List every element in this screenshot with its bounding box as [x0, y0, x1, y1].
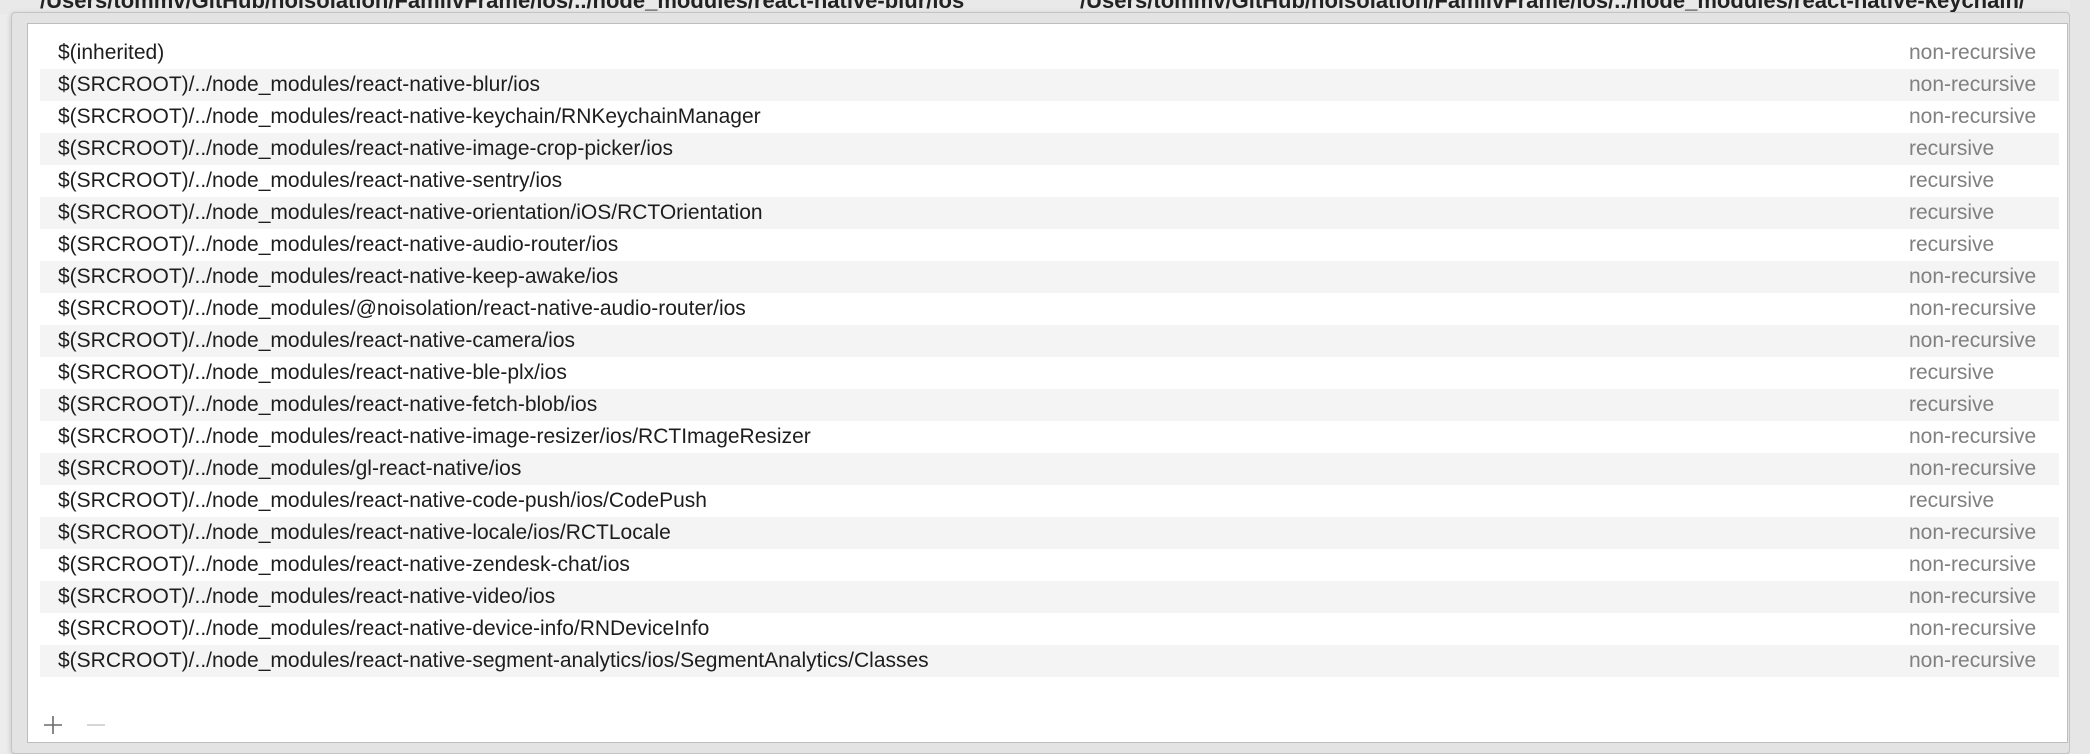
table-row[interactable]: $(SRCROOT)/../node_modules/react-native-… — [40, 389, 2087, 421]
table-row[interactable]: $(SRCROOT)/../node_modules/react-native-… — [40, 261, 2087, 293]
table-row[interactable]: $(SRCROOT)/../node_modules/react-native-… — [40, 421, 2087, 453]
minus-icon — [87, 724, 105, 726]
recursion-mode-select[interactable]: non-recursive — [1909, 421, 2036, 453]
path-value[interactable]: $(SRCROOT)/../node_modules/react-native-… — [58, 549, 630, 581]
recursion-mode-select[interactable]: non-recursive — [1909, 325, 2036, 357]
path-value[interactable]: $(SRCROOT)/../node_modules/react-native-… — [58, 229, 618, 261]
path-value[interactable]: $(SRCROOT)/../node_modules/react-native-… — [58, 421, 811, 453]
paths-table-panel: $(inherited) non-recursive $(SRCROOT)/../n… — [27, 23, 2087, 743]
table-row[interactable]: $(SRCROOT)/../node_modules/react-native-… — [40, 517, 2087, 549]
table-row[interactable]: $(SRCROOT)/../node_modules/@noisolation/… — [40, 293, 2087, 325]
recursion-mode-select[interactable]: recursive — [1909, 165, 1994, 197]
path-value[interactable]: $(inherited) — [58, 37, 164, 69]
table-row[interactable]: $(SRCROOT)/../node_modules/react-native-… — [40, 485, 2087, 517]
path-value[interactable]: $(SRCROOT)/../node_modules/react-native-… — [58, 133, 673, 165]
path-value[interactable]: $(SRCROOT)/../node_modules/react-native-… — [58, 197, 763, 229]
path-value[interactable]: $(SRCROOT)/../node_modules/react-native-… — [58, 165, 562, 197]
table-toolbar — [28, 706, 2067, 742]
table-row[interactable]: $(SRCROOT)/../node_modules/react-native-… — [40, 229, 2087, 261]
plus-icon — [44, 716, 62, 734]
window-edge — [2070, 0, 2090, 754]
recursion-mode-select[interactable]: recursive — [1909, 133, 1994, 165]
path-value[interactable]: $(SRCROOT)/../node_modules/gl-react-nati… — [58, 453, 521, 485]
table-row[interactable]: $(SRCROOT)/../node_modules/react-native-… — [40, 549, 2087, 581]
table-row[interactable]: $(SRCROOT)/../node_modules/react-native-… — [40, 613, 2087, 645]
table-row[interactable]: $(SRCROOT)/../node_modules/react-native-… — [40, 165, 2087, 197]
path-value[interactable]: $(SRCROOT)/../node_modules/react-native-… — [58, 261, 618, 293]
path-value[interactable]: $(SRCROOT)/../node_modules/react-native-… — [58, 101, 761, 133]
recursion-mode-select[interactable]: recursive — [1909, 485, 1994, 517]
recursion-mode-select[interactable]: non-recursive — [1909, 517, 2036, 549]
recursion-mode-select[interactable]: non-recursive — [1909, 549, 2036, 581]
path-value[interactable]: $(SRCROOT)/../node_modules/react-native-… — [58, 389, 597, 421]
recursion-mode-select[interactable]: non-recursive — [1909, 613, 2036, 645]
path-value[interactable]: $(SRCROOT)/../node_modules/react-native-… — [58, 69, 540, 101]
table-row[interactable]: $(SRCROOT)/../node_modules/gl-react-nati… — [40, 453, 2087, 485]
recursion-mode-select[interactable]: non-recursive — [1909, 453, 2036, 485]
table-row[interactable]: $(SRCROOT)/../node_modules/react-native-… — [40, 357, 2087, 389]
table-row[interactable]: $(SRCROOT)/../node_modules/react-native-… — [40, 101, 2087, 133]
recursion-mode-select[interactable]: non-recursive — [1909, 69, 2036, 101]
path-value[interactable]: $(SRCROOT)/../node_modules/react-native-… — [58, 645, 929, 677]
header-search-paths-sheet: $(inherited) non-recursive $(SRCROOT)/../n… — [11, 12, 2087, 754]
remove-path-button[interactable] — [83, 712, 109, 738]
recursion-mode-select[interactable]: non-recursive — [1909, 581, 2036, 613]
recursion-mode-select[interactable]: non-recursive — [1909, 645, 2036, 677]
add-path-button[interactable] — [40, 712, 66, 738]
paths-table: $(inherited) non-recursive $(SRCROOT)/../n… — [40, 37, 2087, 677]
table-row[interactable]: $(SRCROOT)/../node_modules/react-native-… — [40, 581, 2087, 613]
recursion-mode-select[interactable]: recursive — [1909, 197, 1994, 229]
path-value[interactable]: $(SRCROOT)/../node_modules/@noisolation/… — [58, 293, 746, 325]
recursion-mode-select[interactable]: non-recursive — [1909, 101, 2036, 133]
table-row[interactable]: $(inherited) non-recursive — [40, 37, 2087, 69]
table-row[interactable]: $(SRCROOT)/../node_modules/react-native-… — [40, 133, 2087, 165]
table-row[interactable]: $(SRCROOT)/../node_modules/react-native-… — [40, 197, 2087, 229]
path-value[interactable]: $(SRCROOT)/../node_modules/react-native-… — [58, 581, 555, 613]
path-value[interactable]: $(SRCROOT)/../node_modules/react-native-… — [58, 325, 575, 357]
path-value[interactable]: $(SRCROOT)/../node_modules/react-native-… — [58, 357, 567, 389]
table-row[interactable]: $(SRCROOT)/../node_modules/react-native-… — [40, 645, 2087, 677]
path-value[interactable]: $(SRCROOT)/../node_modules/react-native-… — [58, 613, 709, 645]
recursion-mode-select[interactable]: recursive — [1909, 357, 1994, 389]
recursion-mode-select[interactable]: recursive — [1909, 229, 1994, 261]
recursion-mode-select[interactable]: non-recursive — [1909, 37, 2036, 69]
table-row[interactable]: $(SRCROOT)/../node_modules/react-native-… — [40, 325, 2087, 357]
table-row[interactable]: $(SRCROOT)/../node_modules/react-native-… — [40, 69, 2087, 101]
recursion-mode-select[interactable]: non-recursive — [1909, 261, 2036, 293]
path-value[interactable]: $(SRCROOT)/../node_modules/react-native-… — [58, 485, 707, 517]
path-value[interactable]: $(SRCROOT)/../node_modules/react-native-… — [58, 517, 671, 549]
recursion-mode-select[interactable]: recursive — [1909, 389, 1994, 421]
recursion-mode-select[interactable]: non-recursive — [1909, 293, 2036, 325]
